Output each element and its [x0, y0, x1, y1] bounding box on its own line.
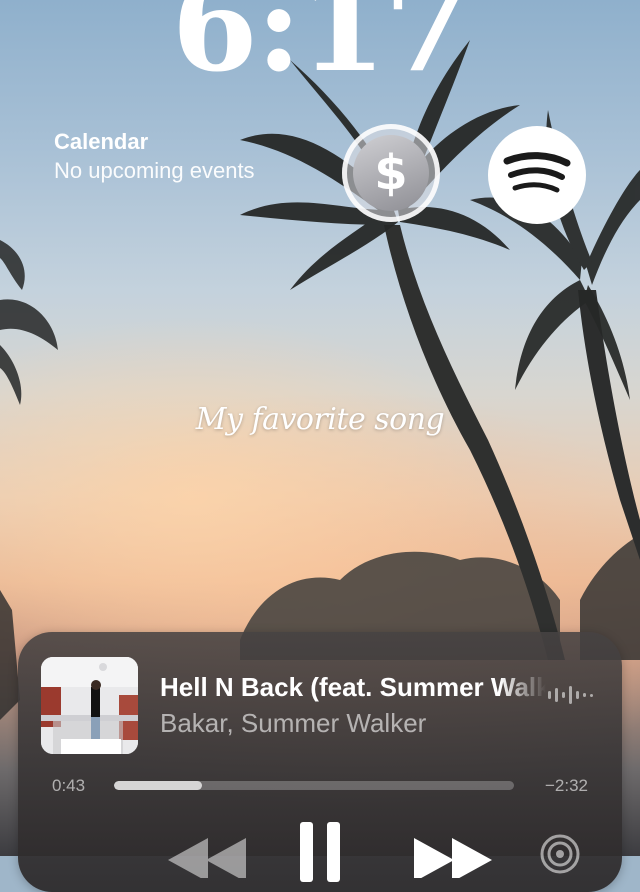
audio-waveform-icon — [548, 686, 593, 704]
fast-forward-icon[interactable] — [412, 838, 492, 878]
album-art[interactable] — [41, 657, 138, 754]
rewind-icon[interactable] — [168, 838, 248, 878]
playback-controls — [18, 822, 622, 888]
playback-progress — [114, 781, 202, 790]
cash-app-dollar-icon: $ — [353, 135, 429, 211]
pause-icon[interactable] — [298, 822, 342, 882]
remaining-time: −2:32 — [544, 776, 588, 795]
calendar-widget-subtitle: No upcoming events — [54, 158, 255, 183]
now-playing-widget[interactable]: Hell N Back (feat. Summer Walker) Bakar,… — [18, 632, 622, 892]
calendar-widget-title: Calendar — [54, 129, 149, 154]
spotify-icon — [503, 152, 571, 193]
cash-app-widget[interactable]: $ — [342, 124, 440, 222]
album-art-image — [41, 657, 138, 754]
airplay-icon[interactable] — [538, 832, 582, 876]
spotify-widget[interactable] — [488, 126, 586, 224]
calendar-widget[interactable]: Calendar No upcoming events — [54, 128, 255, 186]
playback-scrubber[interactable] — [114, 781, 514, 790]
elapsed-time: 0:43 — [52, 776, 86, 795]
lock-screen-clock: 6:17 — [171, 0, 471, 100]
track-artist: Bakar, Summer Walker — [160, 708, 427, 738]
wallpaper-caption: My favorite song — [195, 402, 445, 437]
track-title: Hell N Back (feat. Summer Walker) — [160, 672, 546, 702]
